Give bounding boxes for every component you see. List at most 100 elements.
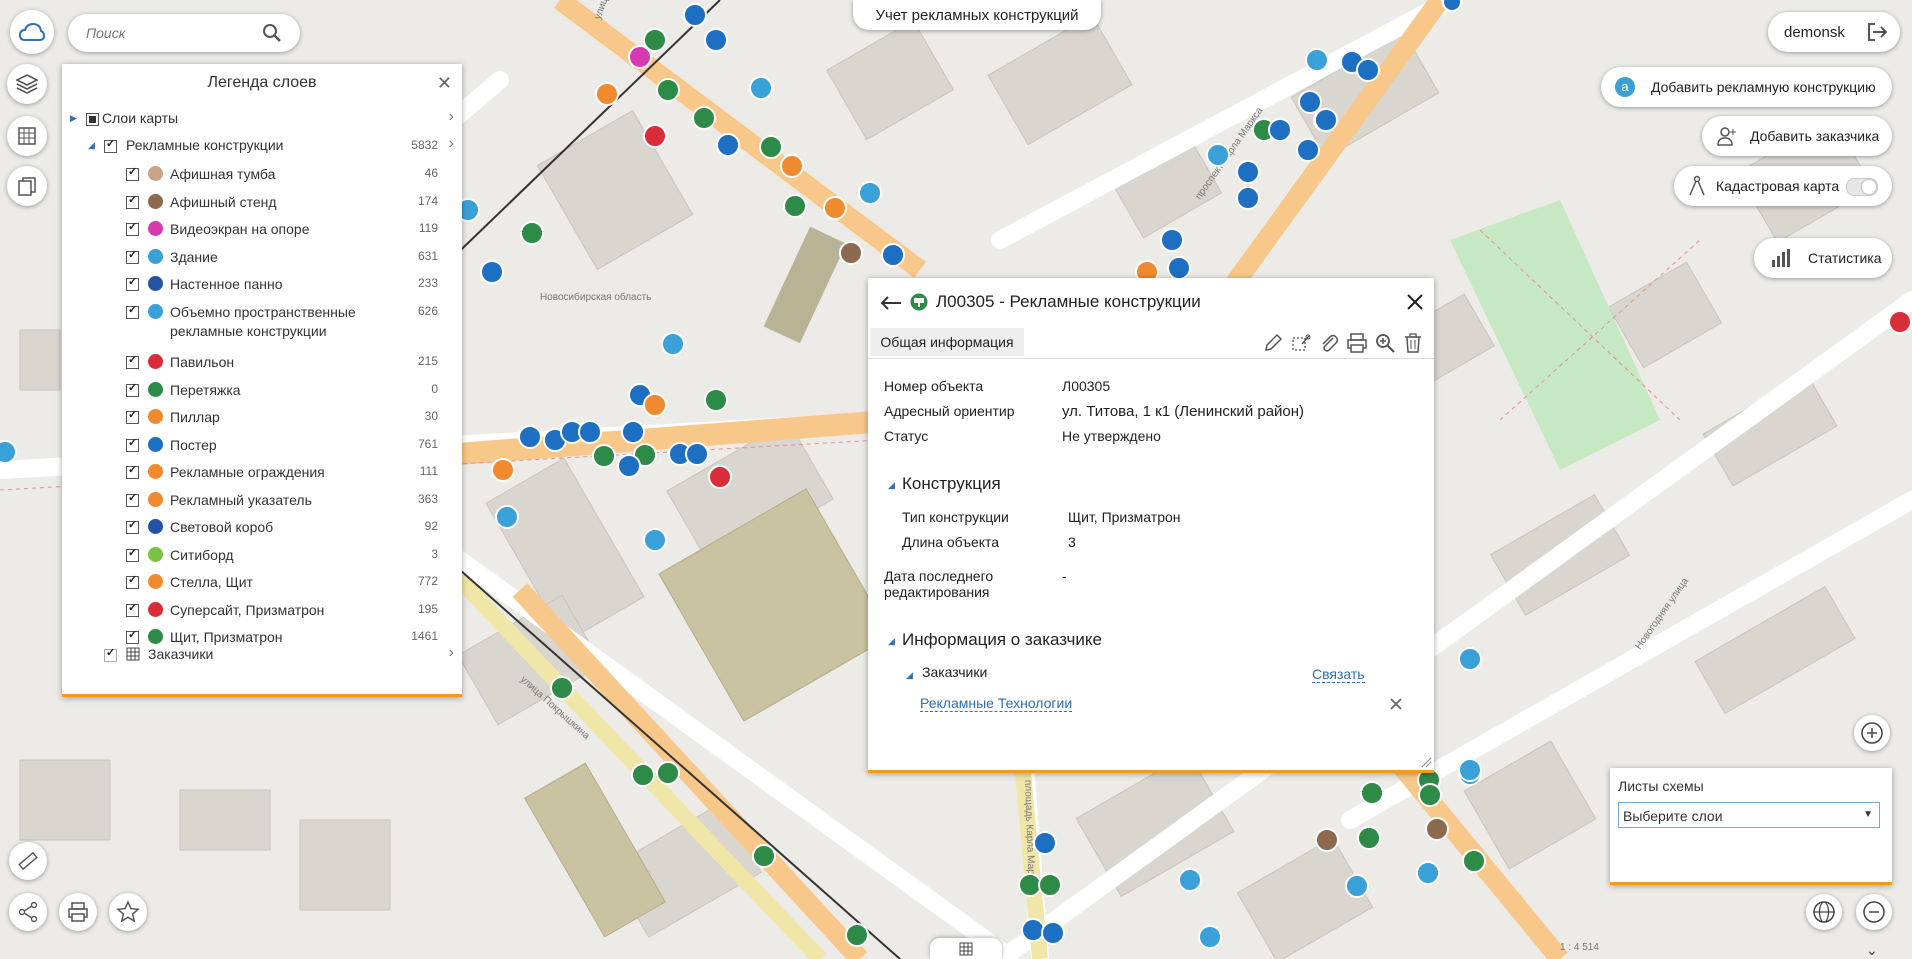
legend-customers[interactable]: Заказчики › xyxy=(62,644,462,666)
favorites-button[interactable] xyxy=(109,893,147,931)
checkbox[interactable] xyxy=(104,137,117,153)
chevron-right-icon[interactable]: › xyxy=(449,108,454,126)
checkbox[interactable] xyxy=(126,518,139,534)
checkbox[interactable] xyxy=(126,220,139,236)
checkbox[interactable] xyxy=(126,436,139,452)
table-button[interactable] xyxy=(7,116,47,156)
legend-layer-item[interactable]: Суперсайт, Призматрон 195 xyxy=(62,599,462,621)
back-arrow-icon[interactable] xyxy=(880,295,902,311)
legend-item-count: 626 xyxy=(417,304,438,318)
edit-icon[interactable] xyxy=(1262,332,1284,354)
chevron-right-icon[interactable]: › xyxy=(449,644,454,662)
checkbox[interactable] xyxy=(126,573,139,589)
legend-item-count: 0 xyxy=(431,382,438,396)
checkbox[interactable] xyxy=(126,463,139,479)
customers-subsection[interactable]: Заказчики xyxy=(922,664,987,680)
checkbox[interactable] xyxy=(126,275,139,291)
layers-button[interactable] xyxy=(7,64,47,104)
checkbox[interactable] xyxy=(126,546,139,562)
legend-item-count: 631 xyxy=(417,249,438,263)
search-icon[interactable] xyxy=(262,23,282,43)
user-menu[interactable]: demonsk xyxy=(1768,12,1900,52)
print-map-button[interactable] xyxy=(59,893,97,931)
chevron-down-icon[interactable]: ⌄ xyxy=(1866,942,1878,959)
search-input[interactable] xyxy=(84,24,258,42)
legend-group-constructions[interactable]: ◢ Рекламные конструкции 5832 › xyxy=(62,135,462,157)
legend-layer-item[interactable]: Видеоэкран на опоре 119 xyxy=(62,218,462,240)
legend-layer-item[interactable]: Световой короб 92 xyxy=(62,516,462,538)
zoom-to-icon[interactable] xyxy=(1374,332,1396,354)
attachment-icon[interactable] xyxy=(1318,332,1340,354)
add-customer-button[interactable]: Добавить заказчика xyxy=(1702,116,1892,156)
logout-icon[interactable] xyxy=(1866,21,1888,43)
field-key: Дата последнего редактирования xyxy=(884,568,994,600)
layers-select[interactable]: Выберите слои ▼ xyxy=(1618,802,1880,828)
measure-button[interactable] xyxy=(9,842,47,880)
collapse-icon[interactable]: ◢ xyxy=(888,480,895,491)
legend-layer-item[interactable]: Афишная тумба 46 xyxy=(62,163,462,185)
checkbox-partial[interactable] xyxy=(86,113,99,126)
checkbox[interactable] xyxy=(126,165,139,181)
close-icon[interactable]: ✕ xyxy=(437,73,452,94)
cadastral-map-toggle[interactable] xyxy=(1846,178,1878,196)
checkbox[interactable] xyxy=(126,353,139,369)
delete-icon[interactable] xyxy=(1402,332,1424,354)
cadastral-map-label: Кадастровая карта xyxy=(1716,178,1840,194)
statistics-button[interactable]: Статистика xyxy=(1754,238,1892,278)
expand-icon[interactable]: ▶ xyxy=(70,113,77,124)
zoom-out-button[interactable] xyxy=(1856,894,1892,930)
cadastral-map-toggle-row[interactable]: Кадастровая карта xyxy=(1674,166,1892,206)
checkbox[interactable] xyxy=(126,303,139,319)
search-box[interactable] xyxy=(68,14,300,52)
chevron-down-icon: ▼ xyxy=(1863,809,1873,820)
checkbox[interactable] xyxy=(126,628,139,644)
legend-layer-item[interactable]: Постер 761 xyxy=(62,434,462,456)
username: demonsk xyxy=(1784,23,1845,41)
print-icon[interactable] xyxy=(1346,332,1368,354)
share-button[interactable] xyxy=(9,893,47,931)
collapse-icon[interactable]: ◢ xyxy=(88,140,95,151)
legend-layer-item[interactable]: Настенное панно 233 xyxy=(62,273,462,295)
basemap-button[interactable] xyxy=(1806,894,1842,930)
customer-link[interactable]: Рекламные Технологии xyxy=(920,695,1073,712)
remove-customer-icon[interactable] xyxy=(1390,698,1402,710)
legend-layer-item[interactable]: Перетяжка 0 xyxy=(62,379,462,401)
legend-layer-item[interactable]: Ситиборд 3 xyxy=(62,544,462,566)
checkbox[interactable] xyxy=(126,491,139,507)
resize-handle-icon[interactable] xyxy=(1420,756,1432,768)
legend-layer-item[interactable]: Стелла, Щит 772 xyxy=(62,571,462,593)
legend-layer-item[interactable]: Павильон 215 xyxy=(62,351,462,373)
legend-layer-item[interactable]: Афишный стенд 174 xyxy=(62,191,462,213)
checkbox[interactable] xyxy=(126,248,139,264)
add-construction-icon: a xyxy=(1615,77,1635,97)
checkbox[interactable] xyxy=(104,646,117,662)
legend-layer-item[interactable]: Здание 631 xyxy=(62,246,462,268)
legend-item-label: Перетяжка xyxy=(170,382,241,398)
app-logo-button[interactable] xyxy=(10,10,54,54)
checkbox[interactable] xyxy=(126,408,139,424)
legend-layer-item[interactable]: Рекламные ограждения 111 xyxy=(62,461,462,483)
checkbox[interactable] xyxy=(126,193,139,209)
add-construction-button[interactable]: a Добавить рекламную конструкцию xyxy=(1601,67,1892,107)
collapse-icon[interactable]: ◢ xyxy=(888,636,895,647)
table-icon xyxy=(18,127,36,145)
chevron-right-icon[interactable]: › xyxy=(449,135,454,153)
documents-button[interactable] xyxy=(7,166,47,206)
legend-layer-item[interactable]: Объемно пространственные рекламные конст… xyxy=(62,301,462,345)
link-customer-button[interactable]: Связать xyxy=(1312,666,1365,683)
legend-item-label: Постер xyxy=(170,437,217,453)
edit-geometry-icon[interactable] xyxy=(1290,332,1312,354)
zoom-in-button[interactable] xyxy=(1854,715,1890,751)
close-icon[interactable] xyxy=(1406,293,1424,311)
attribute-table-tab[interactable] xyxy=(930,938,1002,959)
legend-layer-item[interactable]: Пиллар 30 xyxy=(62,406,462,428)
collapse-icon[interactable]: ◢ xyxy=(906,670,913,681)
legend-item-label: Рекламный указатель xyxy=(170,492,312,508)
legend-map-layers[interactable]: ▶ Слои карты › xyxy=(62,108,462,130)
section-construction[interactable]: Конструкция xyxy=(902,474,1001,494)
tab-general-info[interactable]: Общая информация xyxy=(870,328,1024,356)
legend-layer-item[interactable]: Рекламный указатель 363 xyxy=(62,489,462,511)
section-customer-info[interactable]: Информация о заказчике xyxy=(902,630,1102,650)
checkbox[interactable] xyxy=(126,601,139,617)
checkbox[interactable] xyxy=(126,381,139,397)
